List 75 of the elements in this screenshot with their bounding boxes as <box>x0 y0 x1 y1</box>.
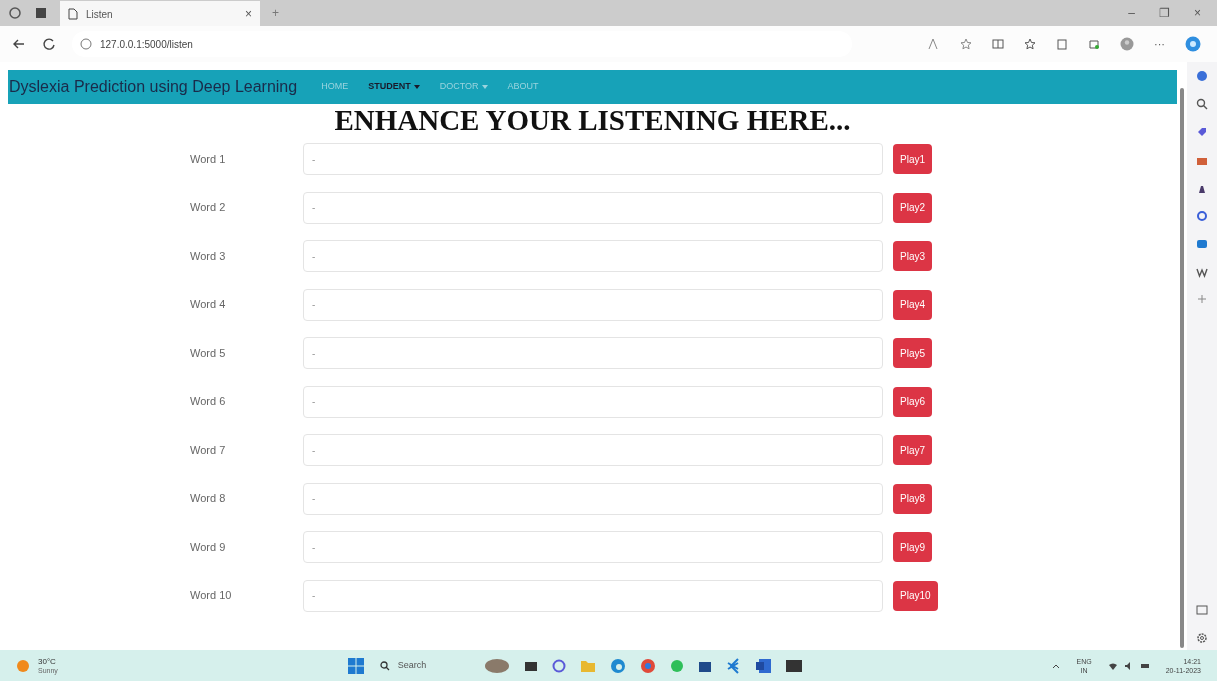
chrome-icon[interactable] <box>639 657 656 674</box>
read-aloud-icon[interactable] <box>928 38 940 50</box>
vscode-icon[interactable] <box>725 657 742 674</box>
refresh-icon[interactable] <box>42 37 56 51</box>
page-heading: ENHANCE YOUR LISTENING HERE... <box>333 103 852 137</box>
word-input-field[interactable]: - <box>303 579 883 612</box>
tabs-icon[interactable] <box>34 6 48 20</box>
browser-tab[interactable]: Listen × <box>60 1 260 27</box>
word-label: Word 1 <box>189 151 227 167</box>
outlook-icon[interactable] <box>1196 238 1208 250</box>
close-tab-button[interactable]: × <box>245 5 252 23</box>
play-button[interactable]: Play2 <box>893 192 932 223</box>
word-label: Word 5 <box>189 345 227 361</box>
tab-actions-icon[interactable] <box>8 6 22 20</box>
tag-icon[interactable] <box>1196 126 1208 138</box>
word-label: Word 3 <box>189 248 227 264</box>
play-button[interactable]: Play6 <box>893 386 932 417</box>
word-input-field[interactable]: - <box>303 240 883 272</box>
word-input-field[interactable]: - <box>303 434 883 466</box>
collections-icon[interactable] <box>1056 38 1068 50</box>
circle-icon[interactable] <box>1196 210 1208 222</box>
word-icon[interactable] <box>755 657 772 674</box>
favorites-icon[interactable] <box>1024 38 1036 50</box>
edge-icon[interactable] <box>609 657 626 674</box>
search-icon <box>379 660 390 671</box>
word-input-field[interactable]: - <box>303 191 883 224</box>
settings-icon[interactable] <box>1196 632 1208 644</box>
play-button[interactable]: Play7 <box>893 435 932 465</box>
word-label: Word 2 <box>189 200 227 216</box>
word-input-field[interactable]: - <box>303 385 883 418</box>
word-label: Word 6 <box>189 394 227 410</box>
chat-icon[interactable] <box>551 658 566 673</box>
close-button[interactable]: × <box>1194 4 1201 22</box>
more-button[interactable]: ··· <box>1154 35 1165 53</box>
play-button[interactable]: Play9 <box>893 532 932 562</box>
page-icon <box>68 8 78 20</box>
word-input-field[interactable]: - <box>303 337 883 369</box>
back-icon[interactable] <box>12 37 26 51</box>
word-input-field[interactable]: - <box>303 288 883 321</box>
star-icon[interactable] <box>960 38 972 50</box>
brand-link[interactable]: Dyslexia Prediction using Deep Learning <box>9 75 298 99</box>
restore-button[interactable]: ❐ <box>1159 4 1170 22</box>
play-button[interactable]: Play3 <box>893 241 932 271</box>
profile-icon[interactable] <box>1120 37 1134 51</box>
word-input-field[interactable]: - <box>303 482 883 515</box>
minimize-button[interactable]: – <box>1128 4 1135 22</box>
url-text: 127.0.0.1:5000/listen <box>100 37 193 52</box>
word-input-field[interactable]: - <box>303 143 883 175</box>
play-button[interactable]: Play10 <box>893 580 938 611</box>
word-label: Word 9 <box>189 539 227 555</box>
scrollbar[interactable] <box>1180 88 1184 648</box>
search-icon[interactable] <box>1196 98 1208 110</box>
word-label: Word 4 <box>189 297 227 313</box>
split-screen-icon[interactable] <box>992 38 1004 50</box>
tab-title: Listen <box>86 7 114 22</box>
play-button[interactable]: Play8 <box>893 483 932 514</box>
new-tab-button[interactable]: + <box>272 4 279 22</box>
sidebar-toggle-icon[interactable] <box>1196 604 1208 616</box>
word-input-field[interactable]: - <box>303 531 883 563</box>
start-icon[interactable] <box>347 657 364 674</box>
extension-icon[interactable] <box>1088 38 1100 50</box>
taskbar-search[interactable]: Search <box>379 658 460 673</box>
sidebar-app-icon[interactable] <box>1196 70 1208 82</box>
caret-icon[interactable] <box>413 85 420 89</box>
info-icon <box>80 38 92 50</box>
word-label: Word 10 <box>189 588 233 604</box>
word-label: Word 8 <box>189 491 227 507</box>
nav-link[interactable]: STUDENT <box>368 80 411 94</box>
copilot-icon[interactable] <box>1185 36 1201 52</box>
temperature-text: 30°C <box>38 656 57 666</box>
word-label: Word 7 <box>189 442 227 458</box>
add-icon[interactable] <box>1197 294 1207 304</box>
play-button[interactable]: Play5 <box>893 338 932 368</box>
play-button[interactable]: Play1 <box>893 144 932 174</box>
play-button[interactable]: Play4 <box>893 289 932 320</box>
